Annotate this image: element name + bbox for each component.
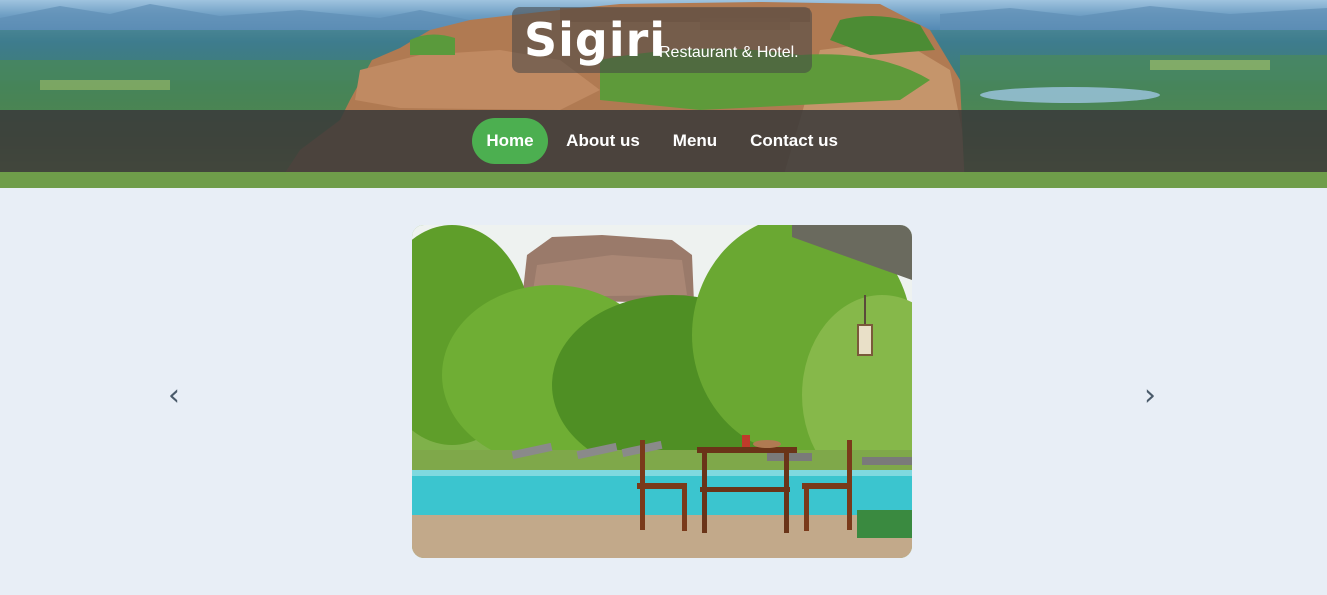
carousel-next-button[interactable]: › <box>1135 376 1165 416</box>
carousel-slide-image <box>412 225 912 558</box>
hero-banner: Sigiri Restaurant & Hotel. Home About us… <box>0 0 1327 188</box>
brand-box[interactable]: Sigiri Restaurant & Hotel. <box>512 7 812 73</box>
main-navbar: Home About us Menu Contact us <box>0 110 1327 172</box>
nav-home[interactable]: Home <box>472 118 548 164</box>
brand-subtitle: Restaurant & Hotel. <box>659 44 799 61</box>
brand-title: Sigiri <box>524 13 667 67</box>
carousel-prev-button[interactable]: ‹ <box>159 376 189 416</box>
pool-garden-photo <box>412 225 912 558</box>
nav-about-us[interactable]: About us <box>556 118 650 164</box>
nav-menu[interactable]: Menu <box>664 118 726 164</box>
nav-contact-us[interactable]: Contact us <box>742 118 846 164</box>
